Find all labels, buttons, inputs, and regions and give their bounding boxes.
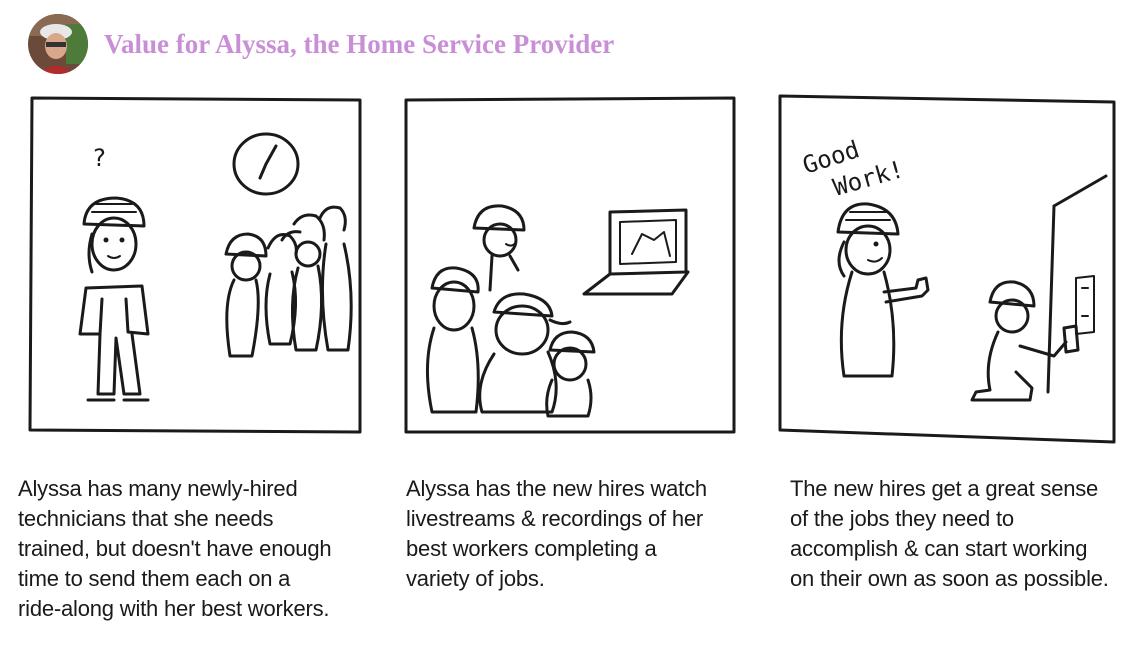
caption-line: ride-along with her best workers.	[18, 596, 330, 621]
watching-workers-group	[426, 204, 596, 418]
caption-line: accomplish & can start working	[790, 536, 1088, 561]
storyboard-panel-1: ?	[26, 94, 366, 436]
caption-line: Alyssa has the new hires watch	[406, 476, 707, 501]
avatar-photo	[28, 14, 88, 74]
caption-line: best workers completing a	[406, 536, 657, 561]
new-hires-group	[224, 205, 353, 358]
panel-2-caption: Alyssa has the new hires watch livestrea…	[406, 474, 707, 594]
speech-good-work: Good Work!	[799, 135, 907, 202]
wall-outlet-sketch	[1046, 174, 1108, 394]
caption-line: of the jobs they need to	[790, 506, 1014, 531]
clock-icon	[232, 132, 300, 196]
panel-3-caption: The new hires get a great sense of the j…	[790, 474, 1109, 594]
panel-1-caption: Alyssa has many newly-hired technicians …	[18, 474, 332, 624]
caption-line: livestreams & recordings of her	[406, 506, 704, 531]
caption-line: The new hires get a great sense	[790, 476, 1099, 501]
caption-line: technicians that she needs	[18, 506, 274, 531]
laptop-icon	[582, 208, 690, 296]
panel-3-sketch: Good Work!	[778, 94, 1116, 444]
alyssa-thumbs-up-figure	[836, 202, 930, 378]
caption-line: on their own as soon as possible.	[790, 566, 1109, 591]
panel-1-sketch: ?	[28, 96, 362, 434]
caption-line: time to send them each on a	[18, 566, 291, 591]
storyboard-panel-2	[402, 94, 740, 436]
caption-line: variety of jobs.	[406, 566, 545, 591]
caption-line: trained, but doesn't have enough	[18, 536, 332, 561]
alyssa-figure	[78, 196, 150, 402]
question-mark: ?	[92, 144, 106, 172]
storyboard-panel-3: Good Work!	[776, 92, 1122, 446]
page-title: Value for Alyssa, the Home Service Provi…	[104, 29, 615, 59]
technician-working-figure	[970, 280, 1080, 402]
avatar	[28, 14, 88, 74]
caption-line: Alyssa has many newly-hired	[18, 476, 298, 501]
panel-2-sketch	[404, 96, 736, 434]
